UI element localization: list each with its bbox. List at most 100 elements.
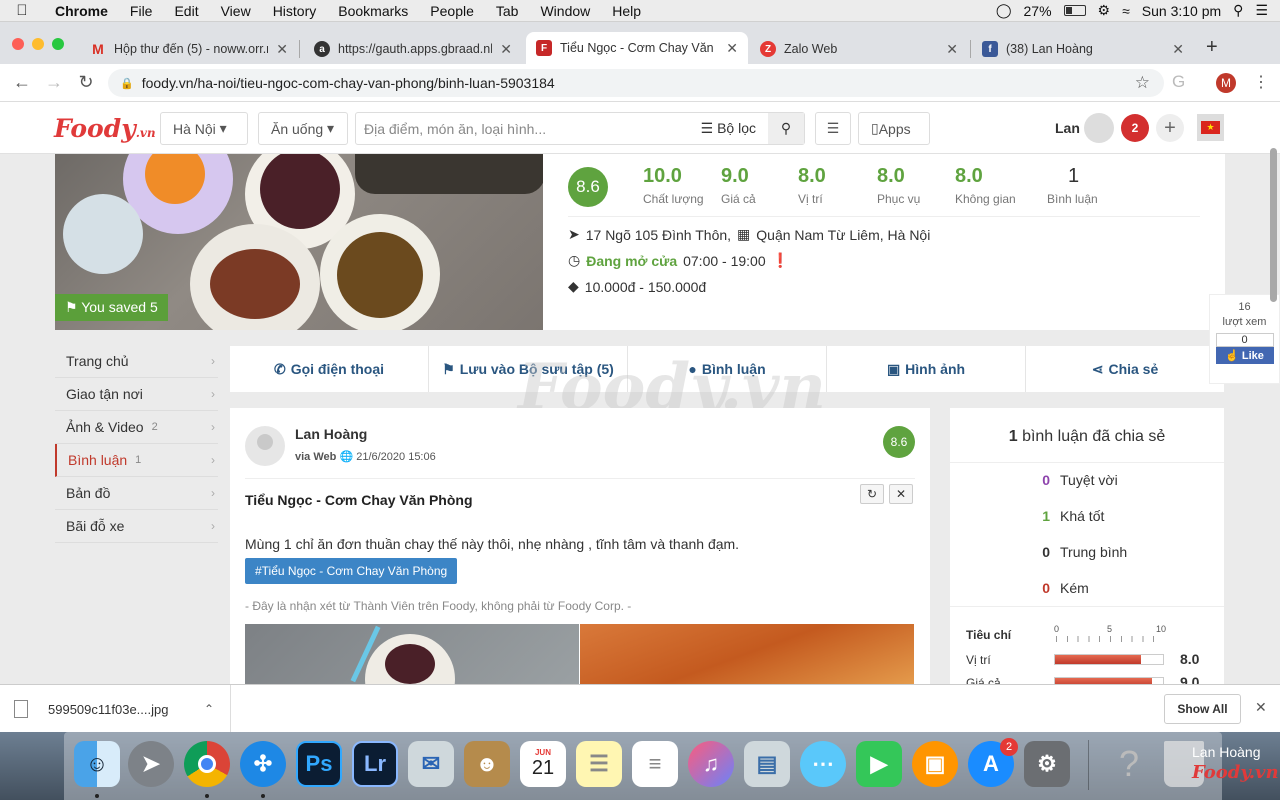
menu-bookmarks[interactable]: Bookmarks [327,3,419,19]
menu-edit[interactable]: Edit [163,3,209,19]
wifi-icon[interactable]: ≈ [1122,3,1130,19]
nav-parking[interactable]: Bãi đỗ xe › [55,510,218,543]
foody-logo[interactable]: Foody.vn [54,114,156,143]
profile-avatar[interactable]: M [1216,73,1236,93]
ibooks-icon[interactable]: ▣ [912,741,958,787]
chrome-icon[interactable] [184,741,230,787]
notification-center-icon[interactable]: ☰ [1255,2,1268,19]
share-button[interactable]: ⋖ Chia sẻ [1026,346,1224,392]
battery-icon[interactable] [1063,5,1086,16]
comment-button[interactable]: ● Bình luận [628,346,827,392]
summary-row-bad[interactable]: 0 Kém [1042,580,1089,596]
restaurant-photo[interactable]: ⚑ You saved 5 [55,154,543,330]
notes-icon[interactable]: ☰ [576,741,622,787]
clock[interactable]: Sun 3:10 pm [1142,3,1221,19]
mail-icon[interactable]: ✉ [408,741,454,787]
search-box[interactable]: Địa điểm, món ăn, loại hình... ☰ Bộ lọc … [355,112,805,145]
facetime-icon[interactable]: ▶ [856,741,902,787]
address-bar[interactable]: 🔒 foody.vn/ha-noi/tieu-ngoc-com-chay-van… [108,69,1164,97]
system-preferences-icon[interactable]: ⚙ [1024,741,1070,787]
menu-help[interactable]: Help [601,3,652,19]
spotlight-search-icon[interactable]: ⚲ [1233,2,1243,19]
forward-button[interactable]: → [38,72,70,93]
summary-row-average[interactable]: 0 Trung bình [1042,544,1127,560]
photoshop-icon[interactable]: Ps [296,741,342,787]
minimize-window-button[interactable] [32,38,44,50]
nav-home[interactable]: Trang chủ › [55,345,218,378]
call-button[interactable]: ✆ Gọi điện thoại [230,346,429,392]
reminders-icon[interactable]: ≡ [632,741,678,787]
apple-menu-icon[interactable]:  [0,2,44,19]
tab-gmail[interactable]: M Hộp thư đến (5) - noww.orr.n ✕ [80,34,298,64]
itunes-icon[interactable]: ♫ [688,741,734,787]
menu-people[interactable]: People [419,3,485,19]
filter-button[interactable]: ☰ Bộ lọc [701,120,768,137]
tab-gauth[interactable]: a https://gauth.apps.gbraad.nl ✕ [304,34,522,64]
safari-icon[interactable]: ✣ [240,741,286,787]
info-icon[interactable]: ❗ [772,252,789,269]
add-icon[interactable]: + [1156,114,1184,142]
close-tab-icon[interactable]: ✕ [726,40,738,57]
finder-icon[interactable]: ☺ [74,741,120,787]
scrollbar-thumb[interactable] [1270,148,1277,302]
saved-badge[interactable]: ⚑ You saved 5 [55,294,168,321]
nav-reviews[interactable]: Bình luận 1 › [55,444,218,477]
contacts-icon[interactable]: ☻ [464,741,510,787]
menu-tab[interactable]: Tab [485,3,530,19]
google-extension-icon[interactable]: G [1172,72,1185,92]
user-avatar[interactable] [1084,113,1114,143]
back-button[interactable]: ← [6,72,38,93]
search-input[interactable]: Địa điểm, món ăn, loại hình... [356,121,701,137]
close-tab-icon[interactable]: ✕ [946,41,958,58]
download-item[interactable]: 599509c11f03e....jpg ⌃ [14,695,228,723]
close-tab-icon[interactable]: ✕ [276,41,288,58]
review-photo[interactable] [245,624,579,684]
chevron-up-icon[interactable]: ⌃ [204,702,214,716]
tab-zalo[interactable]: Z Zalo Web ✕ [750,34,968,64]
bookmark-star-icon[interactable]: ☆ [1135,73,1150,93]
district-text[interactable]: Quận Nam Từ Liêm, Hà Nội [756,227,930,243]
save-collection-button[interactable]: ⚑ Lưu vào Bộ sưu tập (5) [429,346,628,392]
close-icon[interactable]: ✕ [889,484,913,504]
tab-foody[interactable]: F Tiểu Ngọc - Cơm Chay Văn P ✕ [526,32,748,64]
preview-icon[interactable]: ▤ [744,741,790,787]
summary-row-excellent[interactable]: 0 Tuyệt vời [1042,472,1117,488]
close-tab-icon[interactable]: ✕ [500,41,512,58]
search-icon[interactable]: ⚲ [768,113,804,144]
calendar-icon[interactable]: JUN 21 [520,741,566,787]
user-name[interactable]: Lan [1055,120,1080,136]
close-tab-icon[interactable]: ✕ [1172,41,1184,58]
photos-button[interactable]: ▣ Hình ảnh [827,346,1026,392]
reviewer-name[interactable]: Lan Hoàng [295,426,367,442]
chrome-menu-icon[interactable]: ⋮ [1253,72,1269,92]
apps-button[interactable]: ▯ Apps [858,112,930,145]
share-review-icon[interactable]: ↻ [860,484,884,504]
vietnam-flag-icon[interactable]: ★ [1197,114,1224,141]
facebook-like-button[interactable]: ☝ Like [1215,347,1274,364]
notification-badge[interactable]: 2 [1121,114,1149,142]
city-dropdown[interactable]: Hà Nội ▾ [160,112,248,145]
show-all-button[interactable]: Show All [1164,694,1241,724]
launchpad-icon[interactable]: ➤ [128,741,174,787]
nav-delivery[interactable]: Giao tận nơi › [55,378,218,411]
review-photo[interactable] [580,624,914,684]
maximize-window-button[interactable] [52,38,64,50]
menu-file[interactable]: File [119,3,164,19]
menu-app-chrome[interactable]: Chrome [44,3,119,19]
category-dropdown[interactable]: Ăn uống ▾ [258,112,348,145]
sync-icon[interactable]: ⚙ [1098,2,1111,19]
nav-map[interactable]: Bản đồ › [55,477,218,510]
menu-window[interactable]: Window [529,3,601,19]
new-tab-button[interactable]: + [1206,36,1218,59]
lock-icon[interactable]: 🔒 [120,77,134,90]
tab-facebook[interactable]: f (38) Lan Hoàng ✕ [972,34,1194,64]
reviewer-avatar[interactable] [245,426,285,466]
creative-cloud-icon[interactable]: ◯ [996,2,1012,19]
help-icon[interactable]: ? [1106,741,1152,787]
summary-row-good[interactable]: 1 Khá tốt [1042,508,1104,524]
reload-button[interactable]: ↻ [70,72,102,93]
url-text[interactable]: foody.vn/ha-noi/tieu-ngoc-com-chay-van-p… [142,75,555,91]
close-download-bar-icon[interactable]: ✕ [1255,699,1267,716]
nav-photos-videos[interactable]: Ảnh & Video 2 › [55,411,218,444]
messages-icon[interactable]: ⋯ [800,741,846,787]
